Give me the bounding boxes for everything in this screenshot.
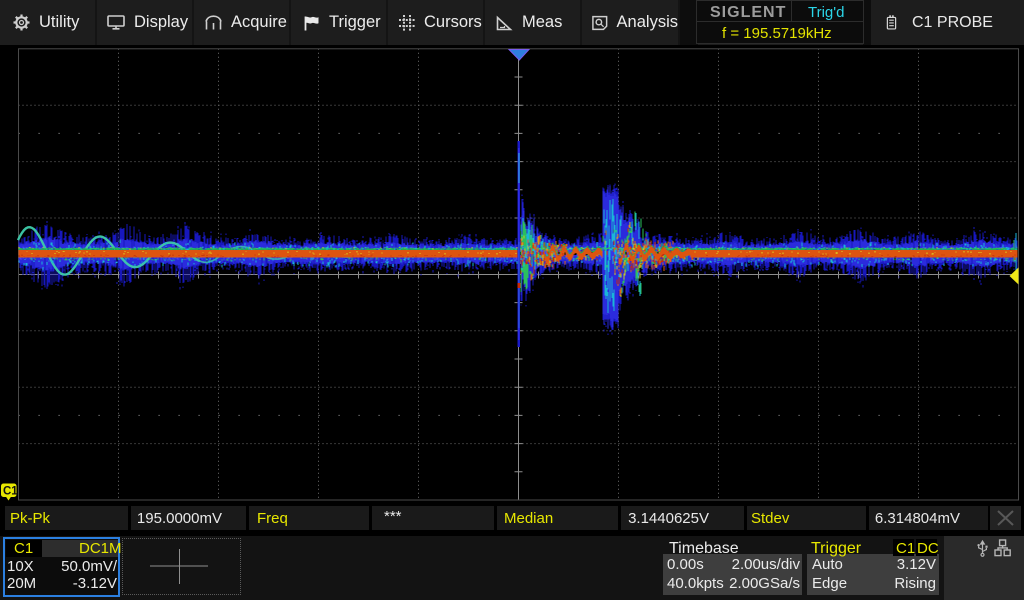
svg-text:C1: C1 bbox=[3, 486, 18, 498]
